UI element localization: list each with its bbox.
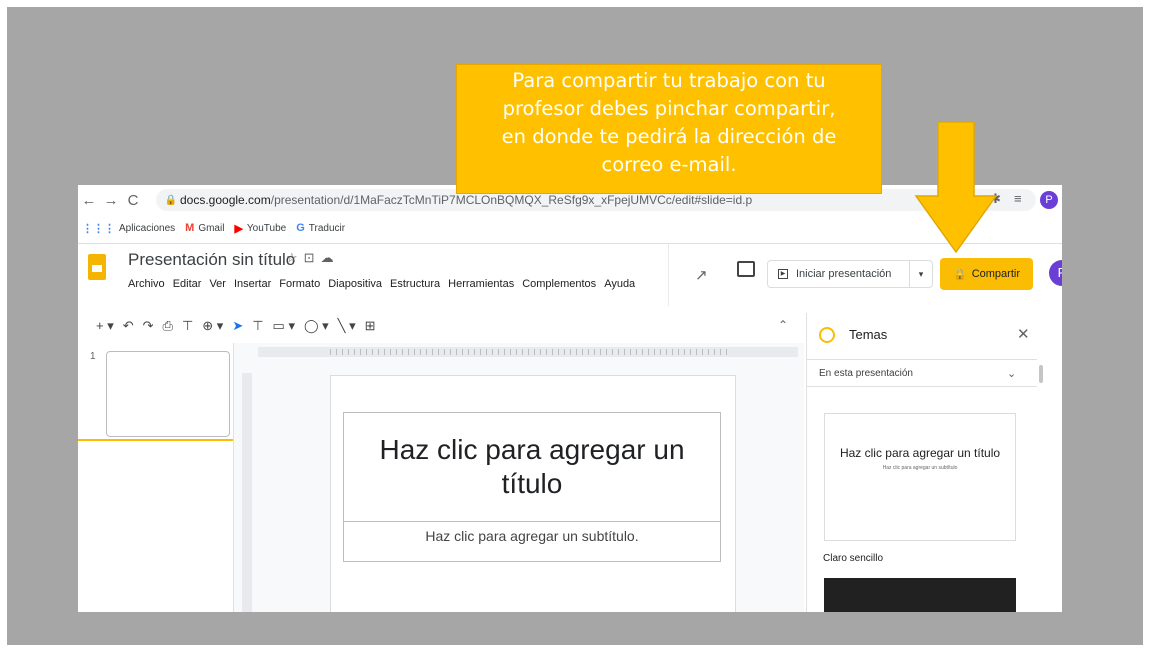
star-icon[interactable]: ☆ — [286, 250, 304, 265]
themes-panel: Temas ✕ En esta presentación ⌄ Haz clic … — [806, 313, 1062, 612]
url-host: docs.google.com — [180, 193, 271, 207]
slide: Haz clic para agregar un título Haz clic… — [330, 375, 736, 612]
back-arrow-icon[interactable]: ← — [78, 192, 100, 209]
theme-name: Claro sencillo — [823, 553, 884, 564]
bookmark-translate[interactable]: G Traducir — [296, 222, 345, 234]
theme-card[interactable]: Haz clic para agregar un título Haz clic… — [824, 413, 1016, 541]
callout-line: profesor debes pinchar compartir, — [502, 97, 836, 120]
menu-estructura[interactable]: Estructura — [390, 278, 440, 290]
theme-card-title: Haz clic para agregar un título — [839, 446, 1001, 460]
apps-grid-icon: ⋮⋮⋮ — [82, 222, 115, 235]
print-icon[interactable]: ⎙ — [163, 318, 173, 334]
document-title[interactable]: Presentación sin título — [128, 250, 295, 270]
instruction-callout: Para compartir tu trabajo con tu profeso… — [456, 64, 882, 194]
lock-icon: 🔒 — [953, 268, 967, 281]
share-label: Compartir — [971, 268, 1020, 280]
menu-herramientas[interactable]: Herramientas — [448, 278, 514, 290]
slide-thumbnail[interactable] — [106, 351, 230, 437]
menu-bar: Archivo Editar Ver Insertar Formato Diap… — [128, 278, 668, 290]
theme-card-dark[interactable] — [824, 578, 1016, 612]
theme-card-subtitle: Haz clic para agregar un subtítulo — [882, 465, 958, 471]
slides-logo-icon[interactable] — [88, 254, 106, 280]
bookmark-gmail[interactable]: M Gmail — [185, 222, 224, 234]
profile-avatar[interactable]: P — [1040, 191, 1058, 209]
cloud-status-icon: ☁ — [320, 250, 340, 265]
youtube-icon: ▶ — [234, 222, 243, 235]
present-dropdown-icon[interactable]: ▾ — [909, 261, 932, 287]
activity-trend-icon[interactable]: ↗ — [695, 266, 708, 284]
menu-ver[interactable]: Ver — [209, 278, 226, 290]
undo-icon[interactable]: ↶ — [123, 318, 134, 334]
zoom-icon[interactable]: ⊕ ▾ — [202, 318, 223, 334]
vertical-ruler — [242, 373, 252, 612]
reload-icon[interactable]: C — [122, 192, 144, 209]
text-box-icon[interactable]: ⊤ — [252, 318, 263, 334]
callout-line: correo e-mail. — [601, 153, 737, 176]
new-slide-icon[interactable]: + ▾ — [96, 318, 114, 334]
comment-add-icon[interactable]: ⊞ — [365, 318, 376, 334]
shape-icon[interactable]: ◯ ▾ — [304, 318, 329, 334]
thumbnail-indicator — [78, 439, 233, 441]
menu-archivo[interactable]: Archivo — [128, 278, 165, 290]
menu-complementos[interactable]: Complementos — [522, 278, 596, 290]
present-label: Iniciar presentación — [796, 268, 892, 280]
themes-section-dropdown[interactable]: En esta presentación — [807, 359, 1037, 387]
translate-icon: G — [296, 222, 305, 234]
themes-title: Temas — [849, 327, 888, 342]
present-button[interactable]: ▶ Iniciar presentación ▾ — [767, 260, 933, 288]
account-avatar[interactable]: P — [1049, 260, 1062, 286]
select-cursor-icon[interactable]: ➤ — [232, 318, 243, 334]
bookmark-youtube[interactable]: ▶ YouTube — [234, 222, 286, 235]
comments-icon[interactable] — [737, 261, 755, 277]
themes-scrollbar[interactable] — [1039, 365, 1043, 383]
menu-insertar[interactable]: Insertar — [234, 278, 271, 290]
close-icon[interactable]: ✕ — [1017, 325, 1030, 343]
editing-toolbar: + ▾ ↶ ↷ ⎙ ⊤ ⊕ ▾ ➤ ⊤ ▭ ▾ ◯ ▾ ╲ ▾ ⊞ — [78, 313, 808, 339]
image-icon[interactable]: ▭ ▾ — [273, 318, 295, 334]
menu-ayuda[interactable]: Ayuda — [604, 278, 635, 290]
menu-editar[interactable]: Editar — [173, 278, 202, 290]
redo-icon[interactable]: ↷ — [143, 318, 154, 334]
line-icon[interactable]: ╲ ▾ — [338, 318, 356, 334]
reading-list-icon[interactable]: ≡ — [1014, 191, 1022, 206]
url-path: /presentation/d/1MaFaczTcMnTiP7MCLOnBQMQ… — [270, 193, 753, 207]
slide-number: 1 — [90, 351, 96, 362]
chevron-down-icon[interactable]: ⌄ — [1007, 367, 1016, 380]
themes-header: Temas ✕ — [807, 313, 1062, 353]
menu-formato[interactable]: Formato — [279, 278, 320, 290]
title-actions: ☆⊡☁ — [286, 250, 340, 266]
menu-diapositiva[interactable]: Diapositiva — [328, 278, 382, 290]
horizontal-ruler — [258, 347, 798, 357]
share-button[interactable]: 🔒 Compartir — [940, 258, 1033, 290]
bookmark-apps[interactable]: ⋮⋮⋮ Aplicaciones — [82, 222, 175, 235]
slide-canvas: Haz clic para agregar un título Haz clic… — [234, 343, 804, 612]
collapse-toolbar-icon[interactable]: ⌃ — [778, 318, 788, 332]
paint-format-icon[interactable]: ⊤ — [182, 318, 193, 334]
callout-line: en donde te pedirá la dirección de — [501, 125, 837, 148]
forward-arrow-icon[interactable]: → — [100, 192, 122, 209]
callout-line: Para compartir tu trabajo con tu — [512, 69, 826, 92]
play-icon: ▶ — [778, 269, 788, 279]
gmail-icon: M — [185, 222, 195, 234]
header-actions: ↗ ▶ Iniciar presentación ▾ 🔒 Compartir P — [668, 244, 1062, 306]
slide-title-placeholder[interactable]: Haz clic para agregar un título — [343, 412, 721, 522]
slide-filmstrip: 1 — [78, 343, 234, 612]
lock-icon: 🔒 — [164, 194, 178, 206]
slide-subtitle-placeholder[interactable]: Haz clic para agregar un subtítulo. — [343, 522, 721, 562]
move-folder-icon[interactable]: ⊡ — [304, 250, 321, 265]
down-arrow-icon — [914, 122, 998, 254]
palette-icon — [819, 327, 835, 343]
